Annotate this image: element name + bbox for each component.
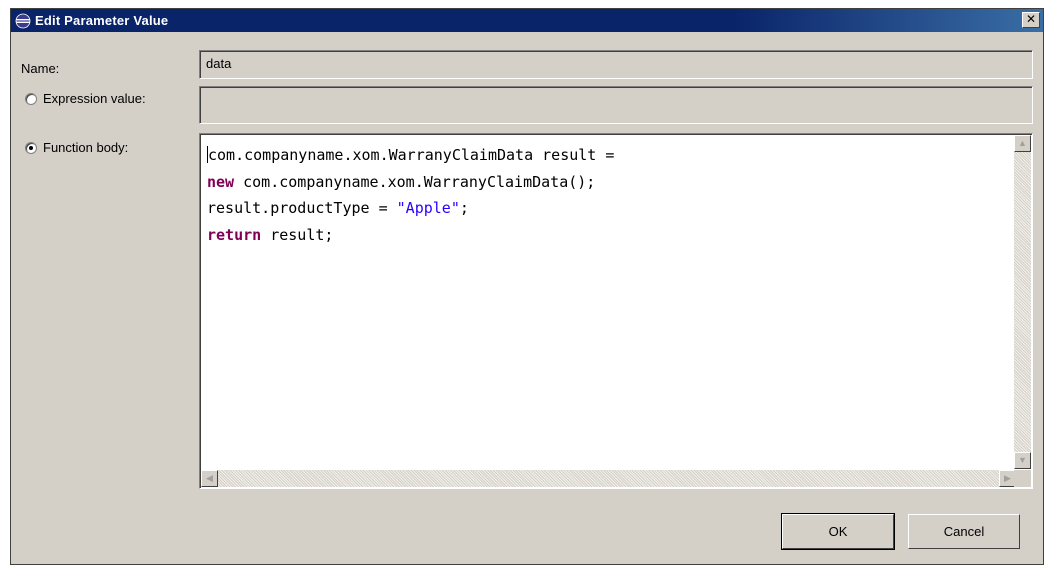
cancel-button-label: Cancel	[943, 524, 985, 539]
code-string: "Apple"	[396, 199, 460, 217]
function-body-radio[interactable]	[25, 142, 37, 154]
code-text: com.companyname.xom.WarranyClaimData();	[234, 172, 596, 191]
expression-value-field[interactable]	[199, 86, 1033, 124]
code-content: com.companyname.xom.WarranyClaimData res…	[207, 142, 614, 248]
arrow-left-icon: ◀	[206, 473, 213, 483]
close-button[interactable]: ✕	[1022, 12, 1040, 28]
scrollbar-corner	[1014, 470, 1031, 487]
name-value: data	[206, 56, 232, 71]
code-text: ;	[459, 199, 469, 217]
name-field[interactable]: data	[199, 50, 1033, 79]
name-label: Name:	[21, 61, 60, 76]
code-keyword: return	[207, 225, 262, 244]
eclipse-icon	[15, 13, 31, 28]
ok-button[interactable]: OK	[781, 513, 895, 550]
arrow-up-icon: ▲	[1018, 138, 1027, 148]
code-line: new com.companyname.xom.WarranyClaimData…	[207, 169, 614, 196]
arrow-down-icon: ▼	[1018, 455, 1027, 465]
code-text: result;	[261, 225, 334, 244]
scroll-up-button[interactable]: ▲	[1014, 135, 1031, 152]
dialog-title: Edit Parameter Value	[35, 13, 169, 28]
arrow-right-icon: ▶	[1004, 473, 1011, 483]
close-icon: ✕	[1025, 12, 1037, 26]
edit-parameter-dialog: Edit Parameter Value ✕ Name: data Expres…	[10, 8, 1044, 565]
code-line: result.productType = "Apple";	[207, 195, 614, 222]
code-text: com.companyname.xom.WarranyClaimData res…	[208, 146, 615, 164]
code-text: result.productType =	[207, 199, 397, 217]
code-keyword: new	[207, 172, 235, 191]
code-line: com.companyname.xom.WarranyClaimData res…	[207, 142, 614, 169]
horizontal-scrollbar[interactable]: ◀ ▶	[201, 470, 1016, 487]
vertical-scrollbar[interactable]: ▲ ▼	[1014, 135, 1031, 469]
function-body-label: Function body:	[43, 140, 129, 155]
scroll-down-button[interactable]: ▼	[1014, 452, 1031, 469]
title-bar: Edit Parameter Value ✕	[11, 9, 1043, 32]
function-body-editor[interactable]: com.companyname.xom.WarranyClaimData res…	[199, 133, 1033, 489]
scroll-left-button[interactable]: ◀	[201, 470, 218, 487]
ok-button-label: OK	[828, 524, 848, 539]
cancel-button[interactable]: Cancel	[908, 514, 1020, 549]
code-line: return result;	[207, 222, 614, 249]
expression-value-radio[interactable]	[25, 93, 37, 105]
expression-value-label: Expression value:	[43, 91, 146, 106]
